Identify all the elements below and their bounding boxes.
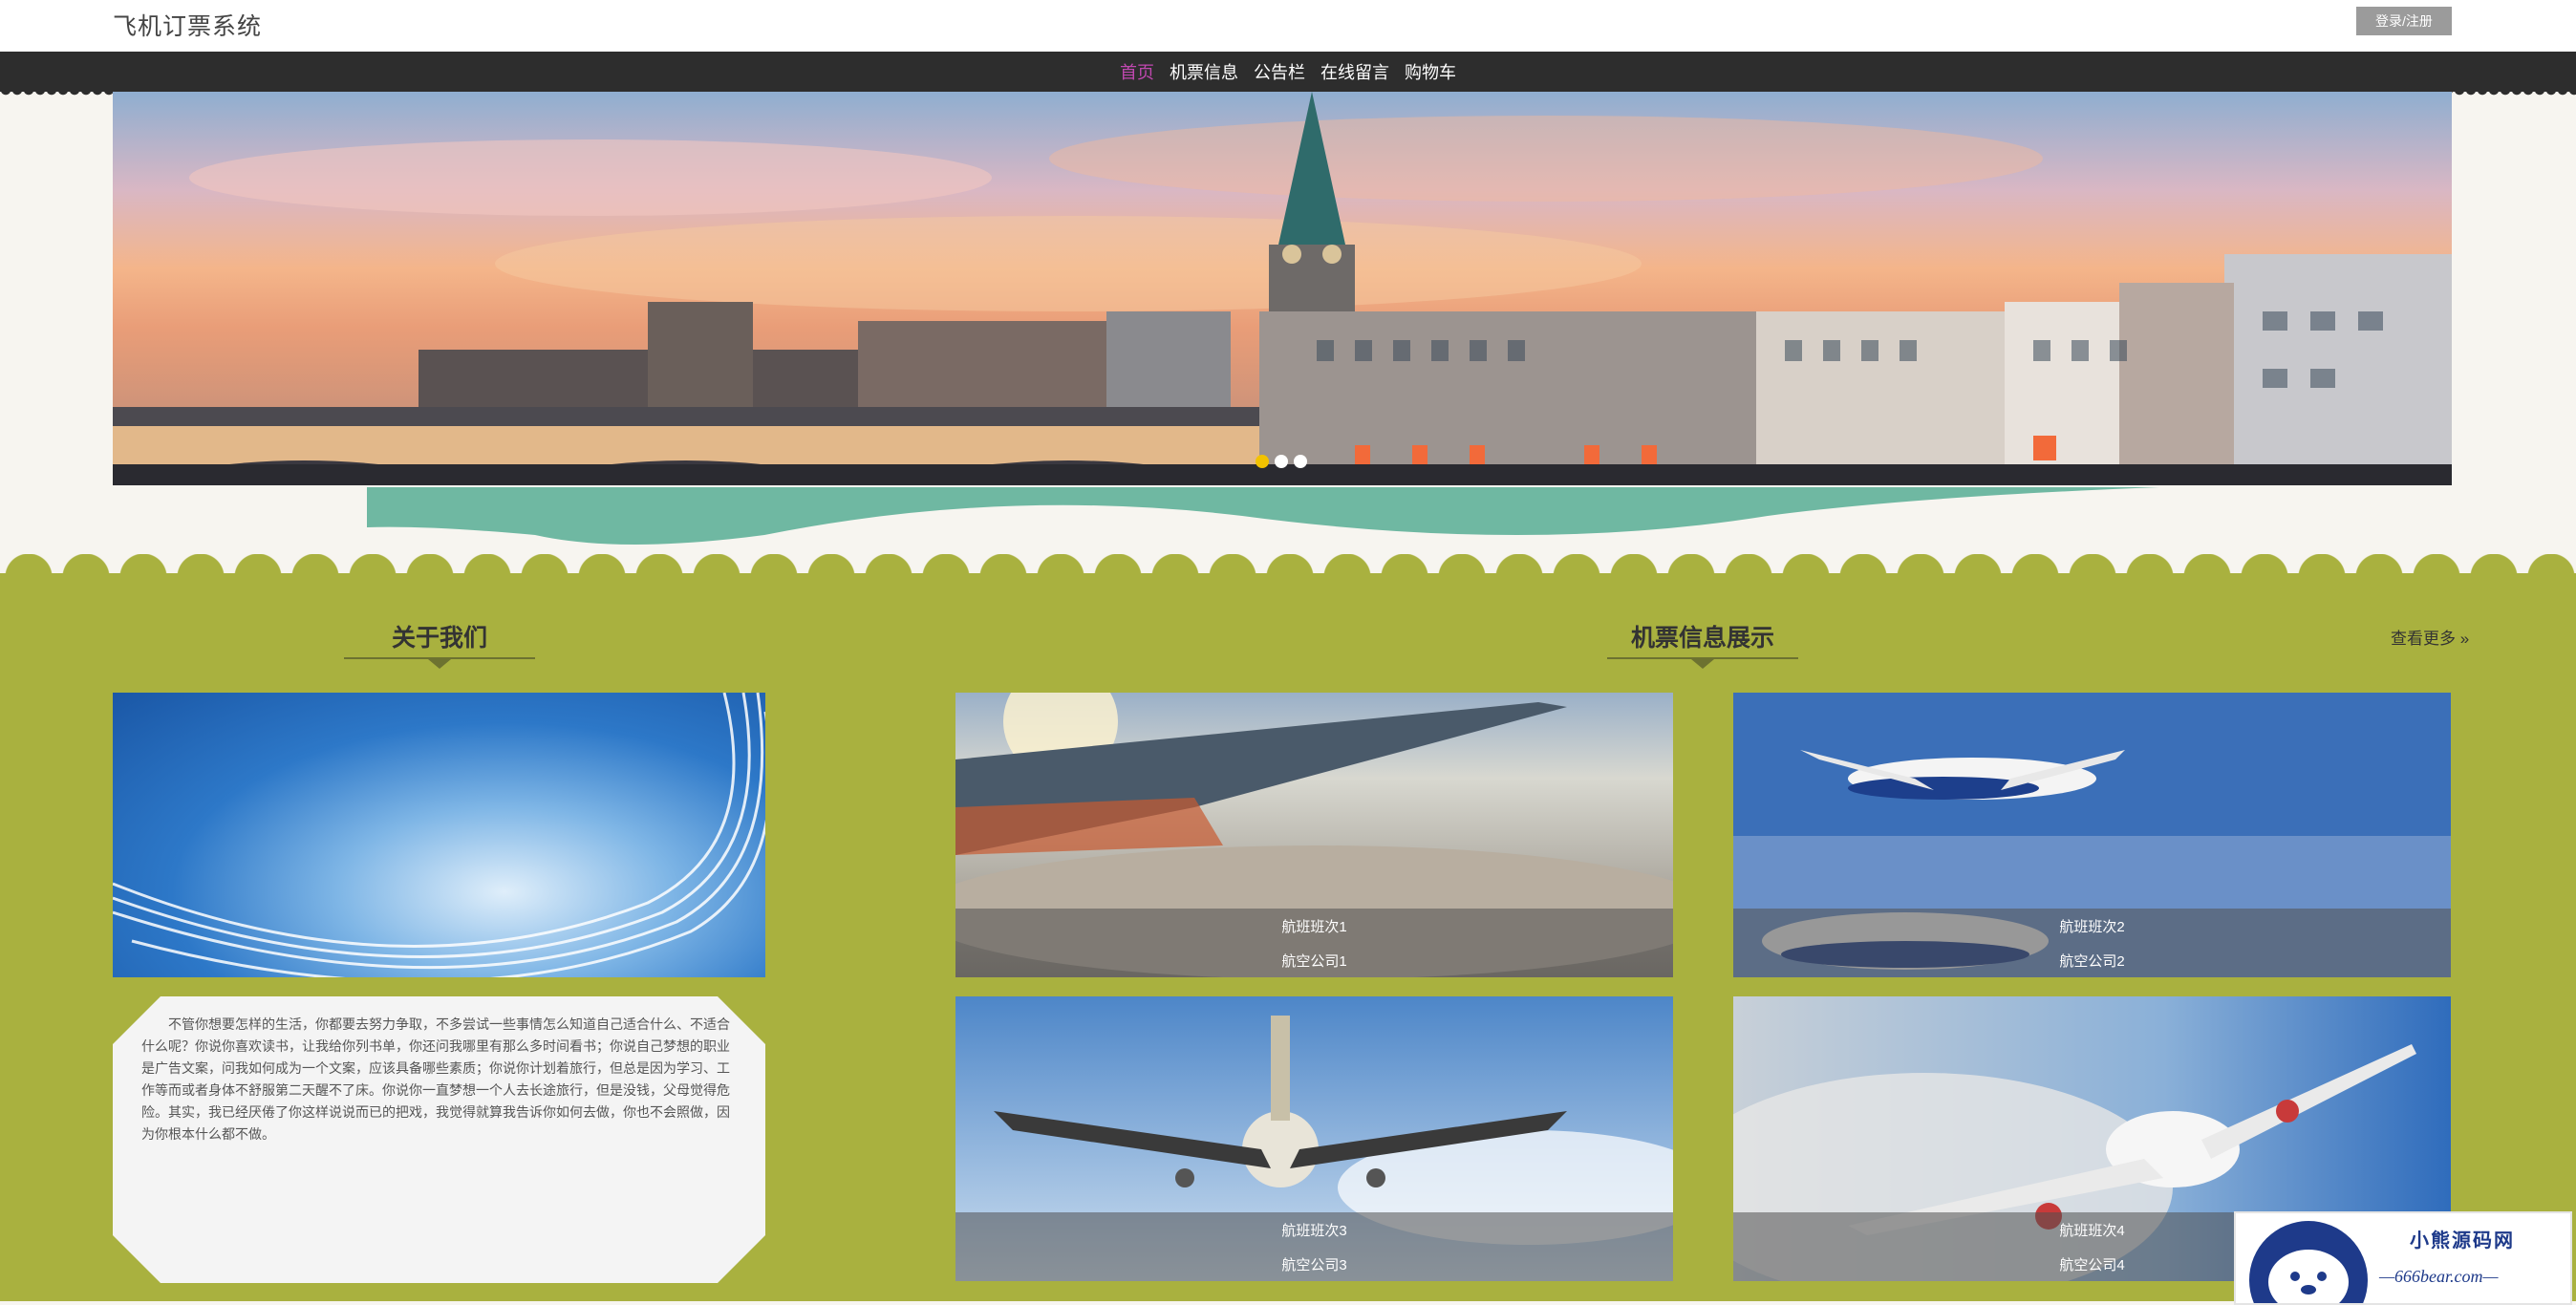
site-title: 飞机订票系统 <box>113 13 263 40</box>
flight-card-1[interactable]: 航班班次1 航空公司1 <box>955 693 1673 977</box>
nav-item-flight-info[interactable]: 机票信息 <box>1170 59 1238 84</box>
flight-card-1-caption: 航班班次1 航空公司1 <box>955 909 1673 977</box>
flight-number: 航班班次3 <box>1281 1223 1347 1239</box>
top-header: 飞机订票系统 登录/注册 <box>0 0 2576 52</box>
flight-card-3[interactable]: 航班班次3 航空公司3 <box>955 996 1673 1281</box>
nav-item-cart[interactable]: 购物车 <box>1405 59 1456 84</box>
flights-heading: 机票信息展示 <box>1630 625 1774 652</box>
nav-item-message[interactable]: 在线留言 <box>1320 59 1389 84</box>
bear-logo-icon <box>2249 1221 2368 1303</box>
carousel-dot-3[interactable] <box>1294 455 1307 468</box>
about-text: 不管你想要怎样的生活，你都要去努力争取，不多尝试一些事情怎么知道自己适合什么、不… <box>141 1016 730 1142</box>
airline-name: 航空公司1 <box>1281 953 1347 970</box>
watermark-url: —666bear.com— <box>2379 1267 2499 1286</box>
carousel-dots <box>1256 455 1307 468</box>
flight-card-2-caption: 航班班次2 航空公司2 <box>1733 909 2451 977</box>
watermark-title: 小熊源码网 <box>2410 1230 2515 1252</box>
about-heading-pointer <box>428 659 451 669</box>
flight-number: 航班班次1 <box>1281 919 1347 935</box>
airline-name: 航空公司2 <box>2059 953 2125 970</box>
nav-item-home[interactable]: 首页 <box>1120 59 1154 84</box>
banner-carousel[interactable] <box>113 92 2452 485</box>
about-card: 不管你想要怎样的生活，你都要去努力争取，不多尝试一些事情怎么知道自己适合什么、不… <box>113 996 765 1283</box>
carousel-dot-2[interactable] <box>1275 455 1288 468</box>
banner-city-image <box>113 92 2452 485</box>
main-nav: 首页 机票信息 公告栏 在线留言 购物车 <box>0 52 2576 97</box>
flight-card-2[interactable]: 航班班次2 航空公司2 <box>1733 693 2451 977</box>
flights-heading-pointer <box>1691 659 1714 669</box>
nav-item-notice[interactable]: 公告栏 <box>1254 59 1305 84</box>
about-image <box>113 693 765 977</box>
flight-number: 航班班次2 <box>2059 919 2125 935</box>
carousel-dot-1[interactable] <box>1256 455 1269 468</box>
view-more-link[interactable]: 查看更多 » <box>2391 625 2469 649</box>
about-heading: 关于我们 <box>391 625 487 652</box>
flight-card-3-caption: 航班班次3 航空公司3 <box>955 1212 1673 1281</box>
watermark-badge: 小熊源码网 —666bear.com— <box>2234 1211 2572 1305</box>
login-register-button[interactable]: 登录/注册 <box>2356 7 2452 35</box>
airline-name: 航空公司3 <box>1281 1257 1347 1273</box>
